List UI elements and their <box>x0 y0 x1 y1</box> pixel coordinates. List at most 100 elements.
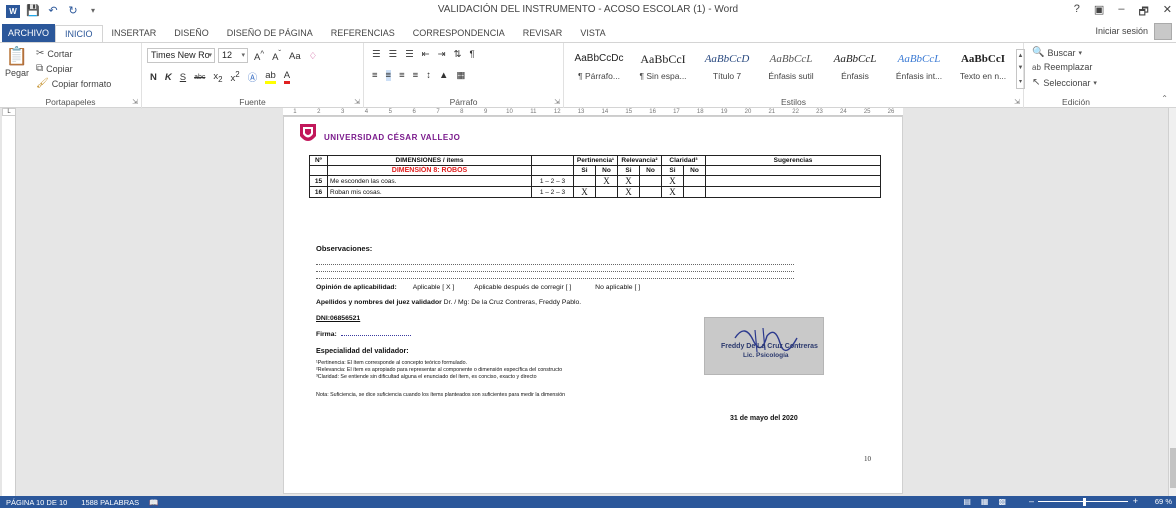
styles-scroll[interactable]: ▲ ▼ ▾ <box>1016 49 1025 89</box>
clear-format-icon[interactable]: ♢ <box>309 51 318 62</box>
paragraph-group: ☰ ☰ ☰ ⇤ ⇥ ⇅ ¶ ≡ ≡ ≡ ≡ ↕ ▲ ▦ Párrafo ⇲ <box>364 43 564 109</box>
align-right-icon[interactable]: ≡ <box>399 70 405 81</box>
style-no-spacing[interactable]: AaBbCcI ¶ Sin espa... <box>632 47 694 87</box>
replace-icon: ab <box>1032 62 1041 72</box>
strikethrough-icon[interactable]: abc <box>194 74 205 81</box>
proofing-icon[interactable]: 📖 <box>139 498 158 507</box>
text-effects-icon[interactable]: Ⓐ <box>248 70 258 84</box>
shading-icon[interactable]: ▲ <box>439 70 448 81</box>
decrease-indent-icon[interactable]: ⇤ <box>422 49 430 60</box>
header-sugerencias: Sugerencias <box>705 155 881 166</box>
font-color-icon[interactable]: A <box>283 70 291 85</box>
tab-correspondencia[interactable]: CORRESPONDENCIA <box>404 25 514 42</box>
zoom-level[interactable]: 69 % <box>1155 497 1172 506</box>
help-button[interactable]: ? <box>1074 3 1080 22</box>
tab-revisar[interactable]: REVISAR <box>514 25 572 42</box>
word-logo-icon[interactable]: W <box>6 4 20 18</box>
table-cell <box>531 165 574 176</box>
undo-icon[interactable]: ↶ <box>46 4 60 18</box>
grow-font-icon[interactable]: A^ <box>254 49 264 63</box>
collapse-ribbon-icon[interactable]: ⌃ <box>1161 94 1168 103</box>
font-family-select[interactable]: Times New Ro ▾ <box>147 48 215 63</box>
line-spacing-icon[interactable]: ↕ <box>426 70 431 81</box>
minimize-button[interactable]: – <box>1118 3 1124 22</box>
avatar[interactable] <box>1154 23 1172 40</box>
find-button[interactable]: 🔍 Buscar ▾ <box>1032 47 1082 58</box>
vertical-ruler[interactable] <box>2 116 16 496</box>
change-case-button[interactable]: Aa <box>289 51 301 62</box>
print-layout-icon[interactable]: ▦ <box>981 497 989 506</box>
tab-insertar[interactable]: INSERTAR <box>103 25 166 42</box>
dimension-title: DIMENSIÓN 8: ROBOS <box>327 165 532 176</box>
vertical-scrollbar[interactable] <box>1168 108 1176 496</box>
increase-indent-icon[interactable]: ⇥ <box>438 49 446 60</box>
style-strong[interactable]: AaBbCcI Texto en n... <box>952 47 1014 87</box>
ribbon-display-icon[interactable]: ▣ <box>1094 3 1104 22</box>
dialog-launcher-icon[interactable]: ⇲ <box>132 98 138 106</box>
tab-referencias[interactable]: REFERENCIAS <box>322 25 404 42</box>
justify-icon[interactable]: ≡ <box>413 70 419 81</box>
sort-icon[interactable]: ⇅ <box>454 49 462 60</box>
zoom-slider-thumb[interactable] <box>1083 498 1086 506</box>
tab-diseno-pagina[interactable]: DISEÑO DE PÁGINA <box>218 25 322 42</box>
format-painter-button[interactable]: 🖌 Copiar formato <box>36 78 111 89</box>
style-name: Título 7 <box>712 71 742 81</box>
tab-inicio[interactable]: INICIO <box>55 25 103 42</box>
find-label: Buscar <box>1047 47 1076 58</box>
redo-icon[interactable]: ↻ <box>66 4 80 18</box>
style-heading7[interactable]: AaBbCcD Título 7 <box>696 47 758 87</box>
zoom-out-icon[interactable]: – <box>1029 496 1034 506</box>
subscript-icon[interactable]: x2 <box>213 71 222 84</box>
save-icon[interactable]: 💾 <box>26 4 40 18</box>
align-center-icon[interactable]: ≡ <box>385 70 392 81</box>
document-page[interactable]: UNIVERSIDAD CÉSAR VALLEJO Nº DIMENSIONES… <box>283 116 903 494</box>
tab-selector[interactable]: L <box>2 108 16 116</box>
tab-vista[interactable]: VISTA <box>571 25 614 42</box>
align-left-icon[interactable]: ≡ <box>372 70 378 81</box>
multilevel-list-icon[interactable]: ☰ <box>405 49 414 60</box>
mark-cell: X <box>573 186 596 198</box>
tab-archivo[interactable]: ARCHIVO <box>2 24 56 42</box>
sign-in-link[interactable]: Iniciar sesión <box>1095 26 1148 36</box>
style-intense-emphasis[interactable]: AaBbCcL Énfasis int... <box>888 47 950 87</box>
word-count[interactable]: 1588 PALABRAS <box>67 498 139 507</box>
read-mode-icon[interactable]: ▤ <box>963 497 971 506</box>
style-subtle-emphasis[interactable]: AaBbCcL Énfasis sutil <box>760 47 822 87</box>
scrollbar-thumb[interactable] <box>1170 448 1176 488</box>
style-emphasis[interactable]: AaBbCcL Énfasis <box>824 47 886 87</box>
dialog-launcher-icon[interactable]: ⇲ <box>554 98 560 106</box>
underline-icon[interactable]: S <box>180 72 186 83</box>
show-marks-icon[interactable]: ¶ <box>470 49 475 60</box>
paste-button[interactable]: 📋 Pegar <box>5 46 29 78</box>
bullets-icon[interactable]: ☰ <box>372 49 381 60</box>
customize-qat-icon[interactable]: ▾ <box>86 4 100 18</box>
restore-button[interactable]: 🗗 <box>1138 3 1148 22</box>
shrink-font-icon[interactable]: Aˇ <box>272 49 281 63</box>
borders-icon[interactable]: ▦ <box>456 70 465 81</box>
more-styles-icon[interactable]: ▾ <box>1019 78 1022 85</box>
ruler-tick: 6 <box>412 109 416 115</box>
replace-button[interactable]: ab Reemplazar <box>1032 62 1092 72</box>
tab-diseno[interactable]: DISEÑO <box>165 25 218 42</box>
brush-icon: 🖌 <box>36 78 49 89</box>
close-button[interactable]: ✕ <box>1163 3 1172 22</box>
font-size-select[interactable]: 12 ▾ <box>218 48 248 63</box>
font-group: Times New Ro ▾ 12 ▾ A^ Aˇ Aa ♢ N K S abc… <box>142 43 364 109</box>
zoom-in-icon[interactable]: + <box>1133 496 1138 506</box>
page-indicator[interactable]: PÁGINA 10 DE 10 <box>0 498 67 507</box>
numbering-icon[interactable]: ☰ <box>389 49 398 60</box>
web-layout-icon[interactable]: ▩ <box>998 497 1006 506</box>
superscript-icon[interactable]: x2 <box>231 70 240 84</box>
dialog-launcher-icon[interactable]: ⇲ <box>354 98 360 106</box>
style-normal[interactable]: AaBbCcDc ¶ Párrafo... <box>568 47 630 87</box>
chevron-down-icon[interactable]: ▼ <box>1018 65 1024 71</box>
select-button[interactable]: ↖ Seleccionar ▾ <box>1032 77 1097 88</box>
chevron-up-icon[interactable]: ▲ <box>1018 53 1024 59</box>
dialog-launcher-icon[interactable]: ⇲ <box>1014 98 1020 106</box>
italic-icon[interactable]: K <box>165 72 172 83</box>
copy-button[interactable]: ⧉ Copiar <box>36 63 73 74</box>
cut-button[interactable]: ✂ Cortar <box>36 48 72 59</box>
horizontal-ruler[interactable]: 1 2 3 4 5 6 7 8 9 10 11 12 13 14 15 16 17 18 19 20 21 22 23 24 2… <box>283 108 903 116</box>
bold-icon[interactable]: N <box>150 72 157 83</box>
highlight-icon[interactable]: ab <box>265 70 276 85</box>
